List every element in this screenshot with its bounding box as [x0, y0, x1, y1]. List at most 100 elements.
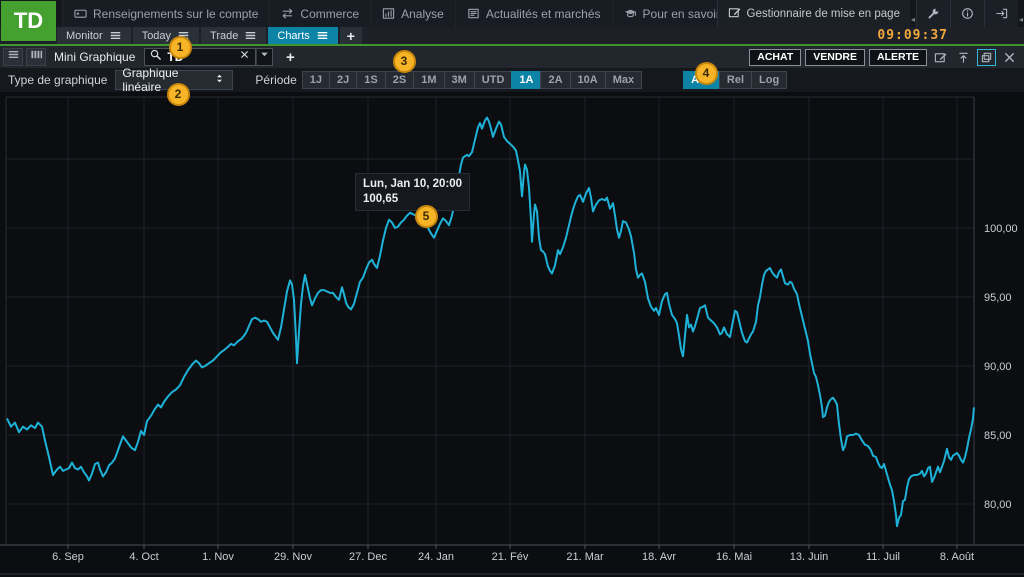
- annotation-badge-1: 1: [169, 36, 192, 59]
- launch-button[interactable]: [931, 49, 950, 66]
- columns-icon: [30, 48, 43, 66]
- annotation-badge-4: 4: [695, 62, 718, 85]
- hamburger-icon: [7, 48, 20, 66]
- account-icon: [74, 7, 87, 20]
- x-axis-label: 21. Fév: [492, 551, 529, 563]
- x-axis-label: 27. Dec: [349, 551, 387, 563]
- x-axis-label: 29. Nov: [274, 551, 312, 563]
- period-2a[interactable]: 2A: [540, 71, 570, 89]
- wrench-icon: [927, 7, 940, 20]
- period-1m[interactable]: 1M: [413, 71, 444, 89]
- window-button[interactable]: [977, 49, 996, 66]
- tooltip-value: 100,65: [363, 192, 462, 207]
- panel-menu-button[interactable]: [3, 48, 23, 66]
- period-2s[interactable]: 2S: [385, 71, 414, 89]
- panel-title: Mini Graphique: [54, 50, 135, 64]
- main-menu: Renseignements sur le compteCommerce Anal…: [62, 0, 757, 27]
- symbol-dropdown-button[interactable]: [256, 48, 273, 66]
- x-axis-label: 1. Nov: [202, 551, 234, 563]
- search-icon: [149, 48, 162, 66]
- learn-icon: [624, 7, 637, 20]
- achat-button[interactable]: ACHAT: [749, 49, 801, 66]
- window-icon: [980, 51, 993, 64]
- period-utd[interactable]: UTD: [474, 71, 513, 89]
- panel-layout-button[interactable]: [26, 48, 46, 66]
- trading-app-window: Renseignements sur le compteCommerce Anal…: [0, 0, 1024, 577]
- annotation-badge-5: 5: [415, 205, 438, 228]
- y-axis-label: 95,00: [984, 292, 1012, 304]
- chevron-down-icon: [258, 48, 271, 66]
- period-max[interactable]: Max: [605, 71, 642, 89]
- panel-header-actions: ACHATVENDREALERTE: [749, 49, 1024, 66]
- layout-manager-button[interactable]: Gestionnaire de mise en page: [717, 0, 910, 27]
- add-symbol-button[interactable]: +: [280, 48, 300, 66]
- tab-trade[interactable]: Trade: [201, 27, 266, 44]
- edit-icon: [728, 6, 741, 22]
- x-axis-label: 16. Mai: [716, 551, 752, 563]
- x-axis-label: 21. Mar: [566, 551, 604, 563]
- wrench-button[interactable]: [916, 0, 950, 27]
- period-10a[interactable]: 10A: [570, 71, 606, 89]
- menu-item-renseignements-sur-le-compte[interactable]: Renseignements sur le compte: [63, 0, 270, 27]
- y-axis-label: 85,00: [984, 430, 1012, 442]
- menu-item-analyse[interactable]: Analyse: [371, 0, 456, 27]
- hamburger-icon: [109, 29, 122, 42]
- close-icon: [1003, 51, 1016, 64]
- collapse-left-icon[interactable]: ◂: [1018, 0, 1024, 27]
- scale-log[interactable]: Log: [751, 71, 787, 89]
- trade-icon: [281, 7, 294, 20]
- alerte-button[interactable]: ALERTE: [869, 49, 927, 66]
- x-axis-label: 11. Juil: [866, 551, 900, 563]
- tab-label: Trade: [210, 30, 238, 42]
- x-axis-label: 18. Avr: [642, 551, 676, 563]
- close-button[interactable]: [1000, 49, 1019, 66]
- info-button[interactable]: [950, 0, 984, 27]
- hamburger-icon: [244, 29, 257, 42]
- tab-label: Charts: [277, 30, 309, 42]
- updown-icon: [213, 72, 226, 88]
- panel-header: Mini Graphique TD + ACHATVENDREALERTE: [0, 46, 1024, 68]
- period-1s[interactable]: 1S: [356, 71, 385, 89]
- news-icon: [467, 7, 480, 20]
- y-axis-label: 80,00: [984, 499, 1012, 511]
- period-1j[interactable]: 1J: [302, 71, 330, 89]
- tab-label: Today: [142, 30, 171, 42]
- x-axis-label: 24. Jan: [418, 551, 454, 563]
- y-axis-label: 100,00: [984, 223, 1018, 235]
- hamburger-icon: [316, 29, 329, 42]
- vendre-button[interactable]: VENDRE: [805, 49, 865, 66]
- y-axis-label: 90,00: [984, 361, 1012, 373]
- menu-item-actualit-s-et-march-s[interactable]: Actualités et marchés: [456, 0, 613, 27]
- workspace-tab-row: Monitor Today Trade Charts + 09:09:37: [0, 27, 1024, 44]
- topbar-right-controls: Gestionnaire de mise en page ◂ ◂: [717, 0, 1024, 27]
- logout-button[interactable]: [984, 0, 1018, 27]
- info-icon: [961, 7, 974, 20]
- layout-manager-label: Gestionnaire de mise en page: [747, 8, 900, 20]
- session-clock: 09:09:37: [877, 28, 948, 43]
- td-logo: TD: [1, 1, 56, 41]
- tab-monitor[interactable]: Monitor: [57, 27, 131, 44]
- menu-item-commerce[interactable]: Commerce: [270, 0, 371, 27]
- collapse-button[interactable]: [954, 49, 973, 66]
- symbol-search-input[interactable]: TD: [144, 48, 256, 66]
- launch-icon: [934, 51, 947, 64]
- add-tab-button[interactable]: +: [340, 27, 362, 44]
- period-3m[interactable]: 3M: [444, 71, 475, 89]
- period-label: Période: [255, 73, 296, 87]
- x-axis-label: 8. Août: [940, 551, 974, 563]
- tab-charts[interactable]: Charts: [268, 27, 337, 44]
- logout-icon: [995, 7, 1008, 20]
- clear-icon[interactable]: [238, 48, 251, 66]
- menu-item-label: Analyse: [401, 7, 444, 21]
- period-1a[interactable]: 1A: [511, 71, 541, 89]
- chart-toolbar: Type de graphique Graphique linéaire Pér…: [0, 68, 1024, 92]
- period-2j[interactable]: 2J: [329, 71, 357, 89]
- price-chart[interactable]: 100,0095,0090,0085,0080,006. Sep4. Oct1.…: [0, 92, 1024, 577]
- menu-item-label: Actualités et marchés: [486, 7, 601, 21]
- scale-rel[interactable]: Rel: [719, 71, 752, 89]
- window-icon-group: [916, 0, 1018, 27]
- collapse-icon: [957, 51, 970, 64]
- top-menu-bar: Renseignements sur le compteCommerce Anal…: [0, 0, 1024, 27]
- tab-label: Monitor: [66, 30, 103, 42]
- tooltip-date: Lun, Jan 10, 20:00: [363, 177, 462, 192]
